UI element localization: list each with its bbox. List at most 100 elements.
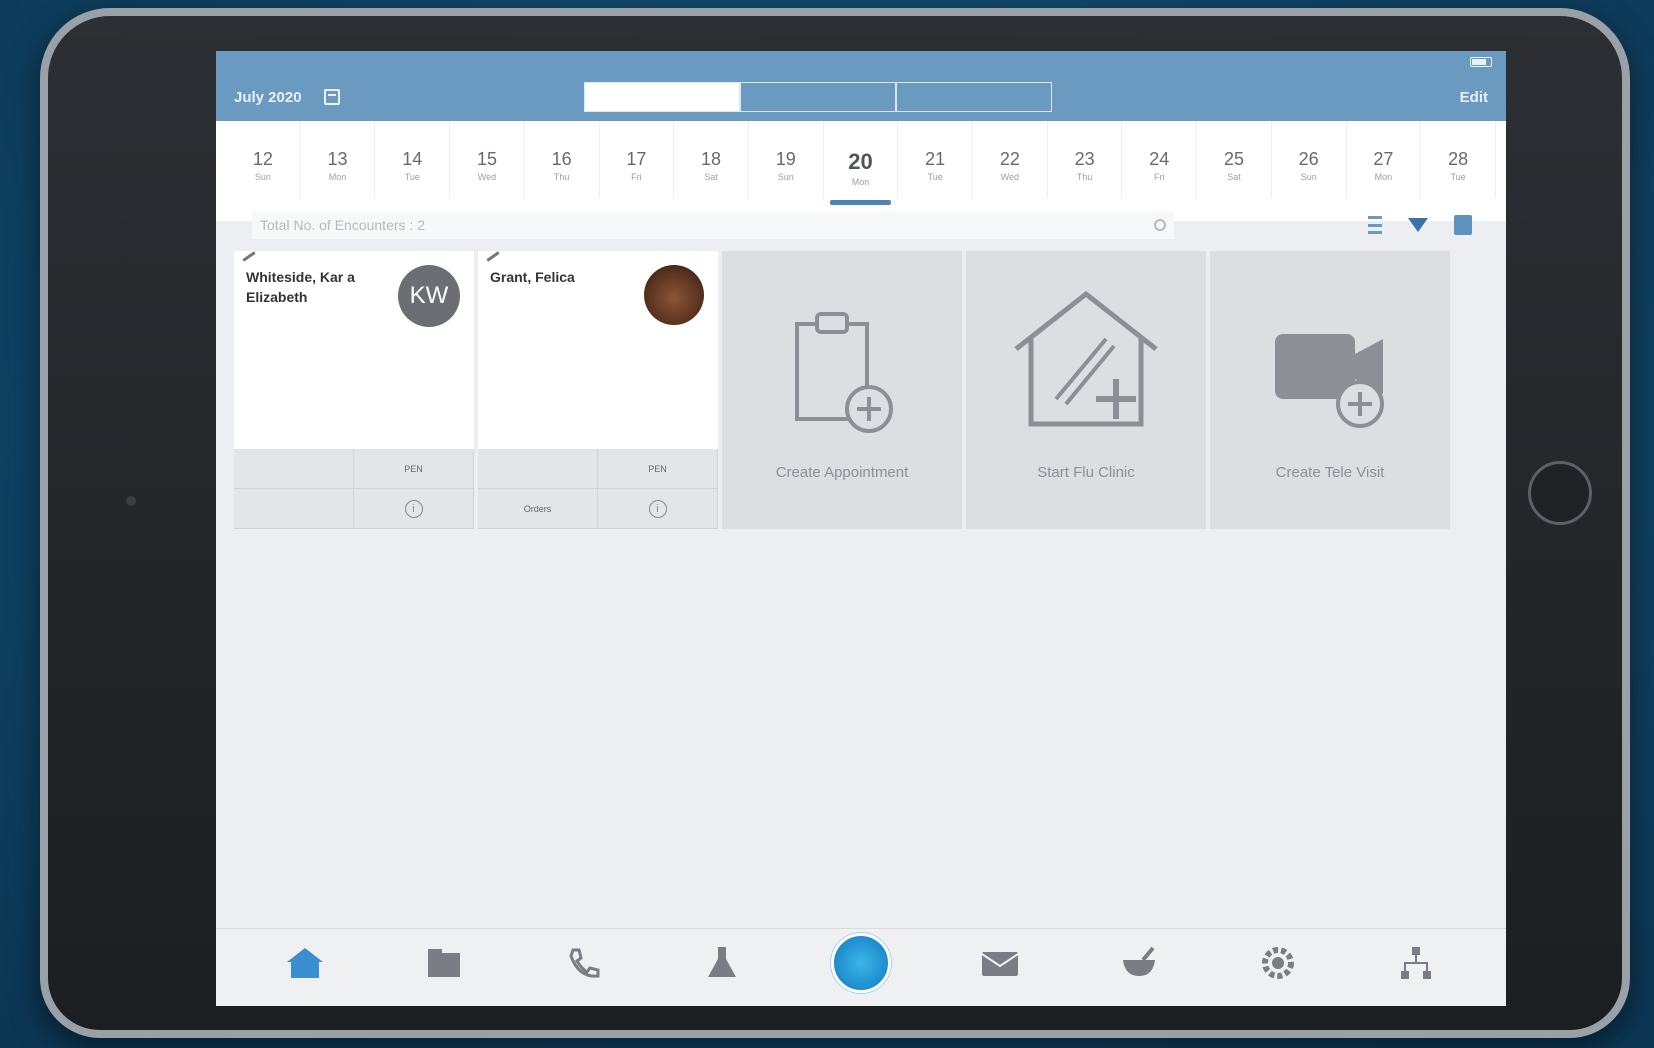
segment-2[interactable]: [896, 82, 1052, 112]
list-view-icon[interactable]: [1368, 216, 1382, 234]
patient-card[interactable]: Whiteside, Kar a Elizabeth KW PEN i: [234, 251, 474, 529]
rx-icon: [1119, 946, 1159, 985]
date-cell-14[interactable]: 14 Tue: [375, 121, 451, 199]
date-cell-21[interactable]: 21 Tue: [898, 121, 974, 199]
date-weekday: Mon: [851, 177, 870, 187]
nav-bar: July 2020 Edit: [216, 73, 1506, 121]
date-cell-25[interactable]: 25 Sat: [1197, 121, 1272, 199]
tab-home[interactable]: [265, 946, 345, 989]
tab-rx[interactable]: [1099, 946, 1179, 989]
date-weekday: Sat: [1227, 172, 1241, 182]
date-cell-13[interactable]: 13 Mon: [301, 121, 376, 199]
create-tele-visit-card[interactable]: Create Tele Visit: [1210, 251, 1450, 529]
orders-cell[interactable]: Orders: [478, 489, 598, 529]
date-cell-16[interactable]: 16 Thu: [525, 121, 600, 199]
create-tele-visit-label: Create Tele Visit: [1275, 464, 1385, 481]
foot-cell: [478, 449, 598, 489]
hierarchy-icon: [1398, 945, 1434, 986]
date-weekday: Mon: [328, 172, 347, 182]
date-cell-28[interactable]: 28 Tue: [1421, 121, 1496, 199]
filter-icon[interactable]: [1408, 218, 1428, 232]
documents-icon: [424, 947, 464, 984]
tab-documents[interactable]: [404, 947, 484, 988]
date-weekday: Thu: [1076, 172, 1093, 182]
edit-pencil-icon[interactable]: [486, 251, 500, 262]
date-weekday: Mon: [1374, 172, 1393, 182]
info-icon[interactable]: i: [648, 499, 667, 518]
date-number: 14: [402, 149, 423, 169]
date-weekday: Wed: [1000, 172, 1020, 182]
date-strip: 12 Sun 13 Mon 14 Tue 15 Wed 16 Thu 17 Fri 18 Sat 19 Sun…: [216, 121, 1506, 221]
search-input[interactable]: Total No. of Encounters : 2: [252, 211, 1174, 239]
month-title[interactable]: July 2020: [234, 89, 302, 106]
date-weekday: Sat: [704, 172, 718, 182]
document-icon[interactable]: [1454, 215, 1472, 235]
tab-settings[interactable]: [1238, 945, 1318, 990]
date-number: 22: [999, 149, 1020, 169]
house-syringe-icon: [1014, 290, 1158, 427]
tab-messages[interactable]: [960, 948, 1040, 987]
edit-pencil-icon[interactable]: [242, 251, 256, 262]
date-weekday: Tue: [404, 172, 420, 182]
date-weekday: Tue: [1450, 172, 1466, 182]
date-number: 21: [925, 149, 946, 169]
tablet-frame: July 2020 Edit 12 Sun 13 Mon 14 Tue 15 Wed 16 Thu…: [40, 8, 1630, 1038]
date-number: 28: [1448, 149, 1469, 169]
avatar: [644, 265, 704, 325]
date-cell-12[interactable]: 12 Sun: [226, 121, 301, 199]
messages-icon: [979, 948, 1021, 983]
segment-0[interactable]: [584, 82, 740, 112]
date-number: 13: [327, 149, 348, 169]
info-icon[interactable]: i: [404, 499, 423, 518]
start-flu-clinic-card[interactable]: Start Flu Clinic: [966, 251, 1206, 529]
date-cell-15[interactable]: 15 Wed: [450, 121, 525, 199]
search-placeholder: Total No. of Encounters : 2: [260, 217, 425, 233]
date-number: 12: [252, 149, 273, 169]
date-number: 26: [1298, 149, 1319, 169]
date-cell-17[interactable]: 17 Fri: [600, 121, 675, 199]
date-number: 24: [1149, 149, 1170, 169]
home-button[interactable]: [1528, 461, 1592, 525]
date-cell-27[interactable]: 27 Mon: [1347, 121, 1422, 199]
view-segmented-control: [584, 82, 1052, 112]
home-icon: [285, 946, 325, 985]
date-weekday: Sun: [777, 172, 794, 182]
date-cell-26[interactable]: 26 Sun: [1272, 121, 1347, 199]
date-cell-18[interactable]: 18 Sat: [674, 121, 749, 199]
foot-cell[interactable]: [234, 489, 354, 529]
clipboard-add-icon: [795, 312, 893, 433]
settings-icon: [1260, 945, 1296, 986]
tab-phone[interactable]: [543, 946, 623, 989]
battery-icon: [1470, 57, 1492, 67]
date-number: 15: [476, 149, 497, 169]
calendar-icon[interactable]: [323, 89, 340, 105]
date-number: 23: [1074, 149, 1095, 169]
edit-button[interactable]: Edit: [1460, 89, 1488, 106]
date-cell-19[interactable]: 19 Sun: [749, 121, 824, 199]
date-weekday: Thu: [553, 172, 570, 182]
date-cell-23[interactable]: 23 Thu: [1048, 121, 1123, 199]
create-appointment-card[interactable]: Create Appointment: [722, 251, 962, 529]
date-number: 18: [701, 149, 722, 169]
date-weekday: Sun: [1300, 172, 1317, 182]
encounter-cards: Whiteside, Kar a Elizabeth KW PEN i Gran…: [234, 251, 1450, 529]
date-cell-24[interactable]: 24 Fri: [1122, 121, 1198, 199]
date-number: 16: [551, 149, 572, 169]
foot-cell: PEN: [354, 449, 474, 489]
avatar: KW: [398, 265, 460, 327]
date-cell-22[interactable]: 22 Wed: [973, 121, 1048, 199]
date-number: 19: [775, 149, 796, 169]
tab-lab-flask[interactable]: [682, 945, 762, 990]
patient-card[interactable]: Grant, Felica PEN Orders i: [478, 251, 718, 529]
date-number: 25: [1223, 149, 1244, 169]
segment-1[interactable]: [740, 82, 896, 112]
ehr-center-icon[interactable]: [830, 932, 891, 993]
date-cell-20[interactable]: 20 Mon: [824, 121, 899, 205]
tab-hierarchy[interactable]: [1376, 945, 1456, 990]
date-weekday: Sun: [254, 172, 271, 182]
camera-dot: [126, 496, 136, 506]
date-weekday: Wed: [477, 172, 497, 182]
tab-ehr-center[interactable]: [821, 932, 901, 993]
date-number: 17: [626, 149, 647, 169]
date-weekday: Tue: [927, 172, 943, 182]
